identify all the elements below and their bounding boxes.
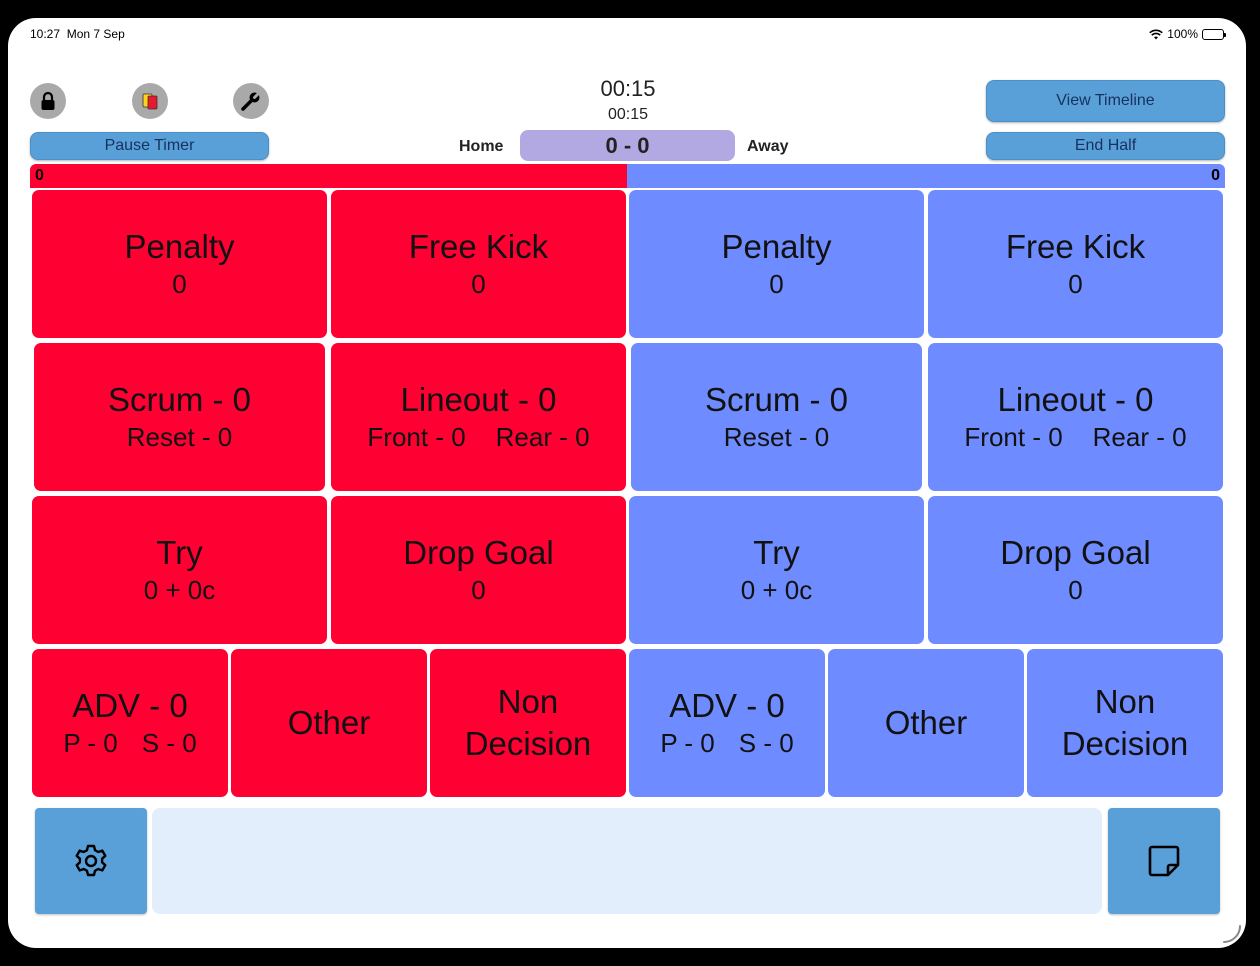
tile-reset: Reset - 0	[126, 422, 233, 452]
tile-value: 0	[471, 269, 486, 299]
tile-title: Other	[287, 704, 371, 741]
adv-s: S - 0	[141, 728, 197, 758]
home-try-tile[interactable]: Try 0 + 0c	[32, 496, 327, 644]
resize-handle-icon	[1223, 925, 1241, 943]
tile-title: Free Kick	[1005, 228, 1146, 265]
away-bar-value: 0	[1211, 167, 1220, 184]
lock-icon	[41, 91, 55, 110]
pause-timer-button[interactable]: Pause Timer	[30, 132, 269, 160]
away-other-tile[interactable]: Other	[828, 649, 1024, 797]
away-free-kick-tile[interactable]: Free Kick 0	[928, 190, 1223, 338]
tile-value: 0	[1068, 575, 1083, 605]
cards-button[interactable]	[132, 83, 168, 119]
home-free-kick-tile[interactable]: Free Kick 0	[331, 190, 626, 338]
away-bar: 0	[627, 164, 1225, 188]
battery-icon	[1202, 28, 1226, 40]
home-bar-value: 0	[35, 167, 44, 184]
home-scrum-tile[interactable]: Scrum - 0 Reset - 0	[34, 343, 325, 491]
lineout-rear: Rear - 0	[1092, 422, 1187, 452]
wrench-icon	[241, 90, 262, 111]
app-window: 10:27 Mon 7 Sep 100% 00:15 00:15 Pause T…	[8, 18, 1246, 948]
notes-area[interactable]	[152, 808, 1102, 914]
away-penalty-tile[interactable]: Penalty 0	[629, 190, 924, 338]
status-time: 10:27	[30, 27, 61, 41]
tile-title: Lineout - 0	[997, 381, 1154, 418]
tile-title: Drop Goal	[403, 534, 554, 571]
score-display: 0 - 0	[520, 130, 735, 161]
tile-value: 0 + 0c	[143, 575, 216, 605]
tile-value: 0	[471, 575, 486, 605]
away-try-tile[interactable]: Try 0 + 0c	[629, 496, 924, 644]
notes-button[interactable]	[1108, 808, 1220, 914]
tile-title: Scrum - 0	[704, 381, 849, 418]
status-date: Mon 7 Sep	[66, 27, 125, 41]
home-non-decision-tile[interactable]: Non Decision	[430, 649, 626, 797]
tile-title: Try	[753, 534, 800, 571]
note-icon	[1148, 845, 1180, 877]
gear-icon	[75, 844, 107, 877]
home-lineout-tile[interactable]: Lineout - 0 Front - 0 Rear - 0	[331, 343, 626, 491]
tile-title: Penalty	[721, 228, 832, 265]
away-drop-goal-tile[interactable]: Drop Goal 0	[928, 496, 1223, 644]
tile-value: 0	[769, 269, 784, 299]
tile-title: Other	[884, 704, 968, 741]
wrench-button[interactable]	[233, 83, 269, 119]
wifi-icon	[1149, 29, 1164, 39]
home-bar: 0	[30, 164, 627, 188]
status-bar-time: 10:27 Mon 7 Sep	[30, 27, 125, 41]
view-timeline-button[interactable]: View Timeline	[986, 80, 1225, 122]
away-non-decision-tile[interactable]: Non Decision	[1027, 649, 1223, 797]
adv-p: P - 0	[660, 728, 715, 758]
tile-title: Drop Goal	[1000, 534, 1151, 571]
adv-p: P - 0	[63, 728, 118, 758]
tile-reset: Reset - 0	[723, 422, 830, 452]
tile-title: Penalty	[124, 228, 235, 265]
lock-button[interactable]	[30, 83, 66, 119]
cards-icon	[142, 93, 158, 110]
home-team-label: Home	[459, 138, 504, 155]
away-lineout-tile[interactable]: Lineout - 0 Front - 0 Rear - 0	[928, 343, 1223, 491]
tile-value: 0 + 0c	[740, 575, 813, 605]
tile-title-line2: Decision	[464, 725, 592, 762]
home-adv-tile[interactable]: ADV - 0 P - 0 S - 0	[32, 649, 228, 797]
battery-percent: 100%	[1167, 27, 1198, 41]
tile-value: 0	[172, 269, 187, 299]
lineout-front: Front - 0	[367, 422, 466, 452]
tile-title: Lineout - 0	[400, 381, 557, 418]
adv-s: S - 0	[738, 728, 794, 758]
home-penalty-tile[interactable]: Penalty 0	[32, 190, 327, 338]
home-other-tile[interactable]: Other	[231, 649, 427, 797]
tile-title-line2: Decision	[1061, 725, 1189, 762]
away-scrum-tile[interactable]: Scrum - 0 Reset - 0	[631, 343, 922, 491]
tile-title-line1: Non	[497, 683, 559, 720]
tile-title: ADV - 0	[669, 687, 785, 724]
lineout-rear: Rear - 0	[495, 422, 590, 452]
tile-title: Free Kick	[408, 228, 549, 265]
away-adv-tile[interactable]: ADV - 0 P - 0 S - 0	[629, 649, 825, 797]
tile-title: Try	[156, 534, 203, 571]
lineout-front: Front - 0	[964, 422, 1063, 452]
home-drop-goal-tile[interactable]: Drop Goal 0	[331, 496, 626, 644]
settings-button[interactable]	[35, 808, 147, 914]
tile-value: 0	[1068, 269, 1083, 299]
tile-title-line1: Non	[1094, 683, 1156, 720]
half-timer: 00:15	[607, 106, 649, 123]
tile-title: Scrum - 0	[107, 381, 252, 418]
match-timer: 00:15	[600, 76, 656, 101]
status-bar-right: 100%	[1149, 27, 1226, 41]
away-team-label: Away	[747, 138, 789, 155]
tile-title: ADV - 0	[72, 687, 188, 724]
end-half-button[interactable]: End Half	[986, 132, 1225, 160]
